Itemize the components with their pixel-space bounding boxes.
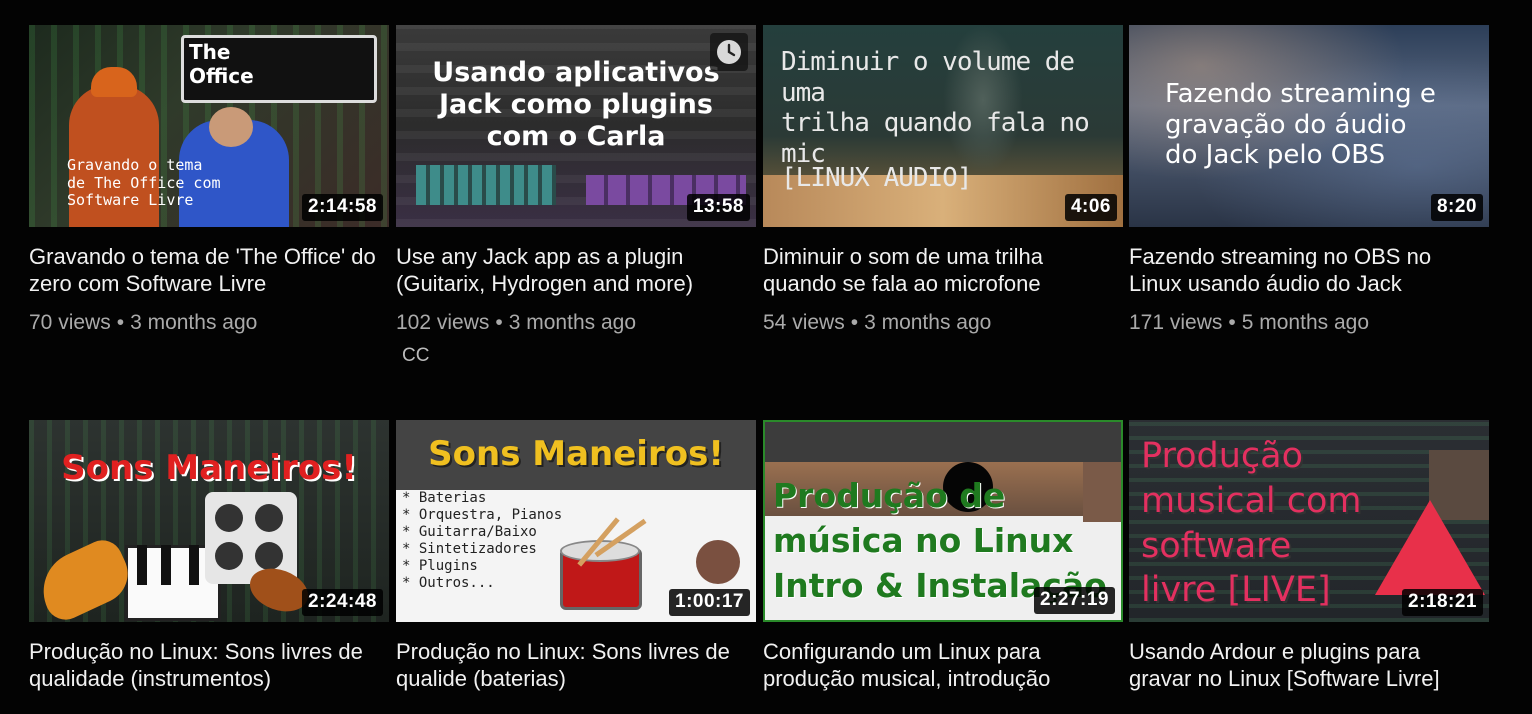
- thumb-list-text: * Baterias * Orquestra, Pianos * Guitarr…: [402, 490, 563, 591]
- clock-icon: [717, 40, 741, 64]
- separator-dot: •: [850, 311, 859, 334]
- video-card[interactable]: Sons Maneiros! 2:24:48 Produção no Linux…: [29, 420, 389, 692]
- video-card[interactable]: Sons Maneiros! * Baterias * Orquestra, P…: [396, 420, 756, 692]
- upload-age: 3 months ago: [130, 311, 258, 334]
- video-title[interactable]: Fazendo streaming no OBS no Linux usando…: [1129, 243, 1481, 297]
- thumb-overlay-text: Gravando o tema de The Office com Softwa…: [67, 156, 221, 210]
- separator-dot: •: [1228, 311, 1236, 334]
- watch-later-button[interactable]: [710, 33, 748, 71]
- duration-badge: 13:58: [686, 194, 750, 221]
- duration-badge: 2:18:21: [1402, 589, 1483, 616]
- video-title[interactable]: Gravando o tema de 'The Office' do zero …: [29, 243, 381, 297]
- video-title[interactable]: Usando Ardour e plugins para gravar no L…: [1129, 638, 1481, 692]
- video-thumbnail[interactable]: Produção de música no Linux Intro & Inst…: [763, 420, 1123, 622]
- video-title[interactable]: Diminuir o som de uma trilha quando se f…: [763, 243, 1115, 297]
- video-card[interactable]: Fazendo streaming e gravação do áudio do…: [1129, 25, 1489, 335]
- video-thumbnail[interactable]: Produção musical com software livre [LIV…: [1129, 420, 1489, 622]
- thumb-overlay-text: Sons Maneiros!: [61, 448, 357, 488]
- video-meta: 70 views • 3 months ago: [29, 311, 389, 335]
- duration-badge: 2:27:19: [1034, 587, 1115, 614]
- thumb-overlay-text: Fazendo streaming e gravação do áudio do…: [1165, 79, 1436, 171]
- video-thumbnail[interactable]: Sons Maneiros! * Baterias * Orquestra, P…: [396, 420, 756, 622]
- thumb-overlay-text: Usando aplicativos Jack como plugins com…: [432, 57, 720, 152]
- separator-dot: •: [116, 311, 125, 334]
- video-card[interactable]: The Office Gravando o tema de The Office…: [29, 25, 389, 335]
- duration-badge: 8:20: [1430, 194, 1483, 221]
- video-card[interactable]: Produção musical com software livre [LIV…: [1129, 420, 1489, 692]
- video-thumbnail[interactable]: Fazendo streaming e gravação do áudio do…: [1129, 25, 1489, 227]
- video-meta: 102 views • 3 months ago: [396, 311, 756, 335]
- video-card[interactable]: Diminuir o volume de uma trilha quando f…: [763, 25, 1123, 335]
- separator-dot: •: [495, 311, 503, 334]
- video-title[interactable]: Configurando um Linux para produção musi…: [763, 638, 1115, 692]
- video-title[interactable]: Produção no Linux: Sons livres de qualid…: [396, 638, 748, 692]
- upload-age: 3 months ago: [864, 311, 992, 334]
- duration-badge: 1:00:17: [669, 589, 750, 616]
- view-count: 54 views: [763, 311, 845, 334]
- upload-age: 3 months ago: [508, 311, 637, 334]
- duration-badge: 2:24:48: [302, 589, 383, 616]
- thumb-overlay-text: Produção musical com software livre [LIV…: [1141, 436, 1362, 611]
- view-count: 171 views: [1129, 311, 1223, 334]
- video-title[interactable]: Use any Jack app as a plugin (Guitarix, …: [396, 243, 748, 297]
- video-thumbnail[interactable]: Diminuir o volume de uma trilha quando f…: [763, 25, 1123, 227]
- upload-age: 5 months ago: [1241, 311, 1370, 334]
- thumb-overlay-text-2: [LINUX AUDIO]: [781, 163, 972, 193]
- video-card[interactable]: Usando aplicativos Jack como plugins com…: [396, 25, 756, 367]
- video-thumbnail[interactable]: Sons Maneiros! 2:24:48: [29, 420, 389, 622]
- duration-badge: 4:06: [1064, 194, 1117, 221]
- video-thumbnail[interactable]: The Office Gravando o tema de The Office…: [29, 25, 389, 227]
- thumb-overlay-text: Diminuir o volume de uma trilha quando f…: [781, 47, 1090, 170]
- video-title[interactable]: Produção no Linux: Sons livres de qualid…: [29, 638, 381, 692]
- video-meta: 171 views • 5 months ago: [1129, 311, 1489, 335]
- view-count: 70 views: [29, 311, 111, 334]
- video-card[interactable]: Produção de música no Linux Intro & Inst…: [763, 420, 1123, 692]
- closed-captions-badge: CC: [402, 345, 430, 366]
- thumb-badge-text: The Office: [189, 40, 254, 88]
- video-meta: 54 views • 3 months ago: [763, 311, 1123, 335]
- duration-badge: 2:14:58: [302, 194, 383, 221]
- view-count: 102 views: [396, 311, 490, 334]
- video-thumbnail[interactable]: Usando aplicativos Jack como plugins com…: [396, 25, 756, 227]
- thumb-overlay-text: Sons Maneiros!: [428, 434, 724, 474]
